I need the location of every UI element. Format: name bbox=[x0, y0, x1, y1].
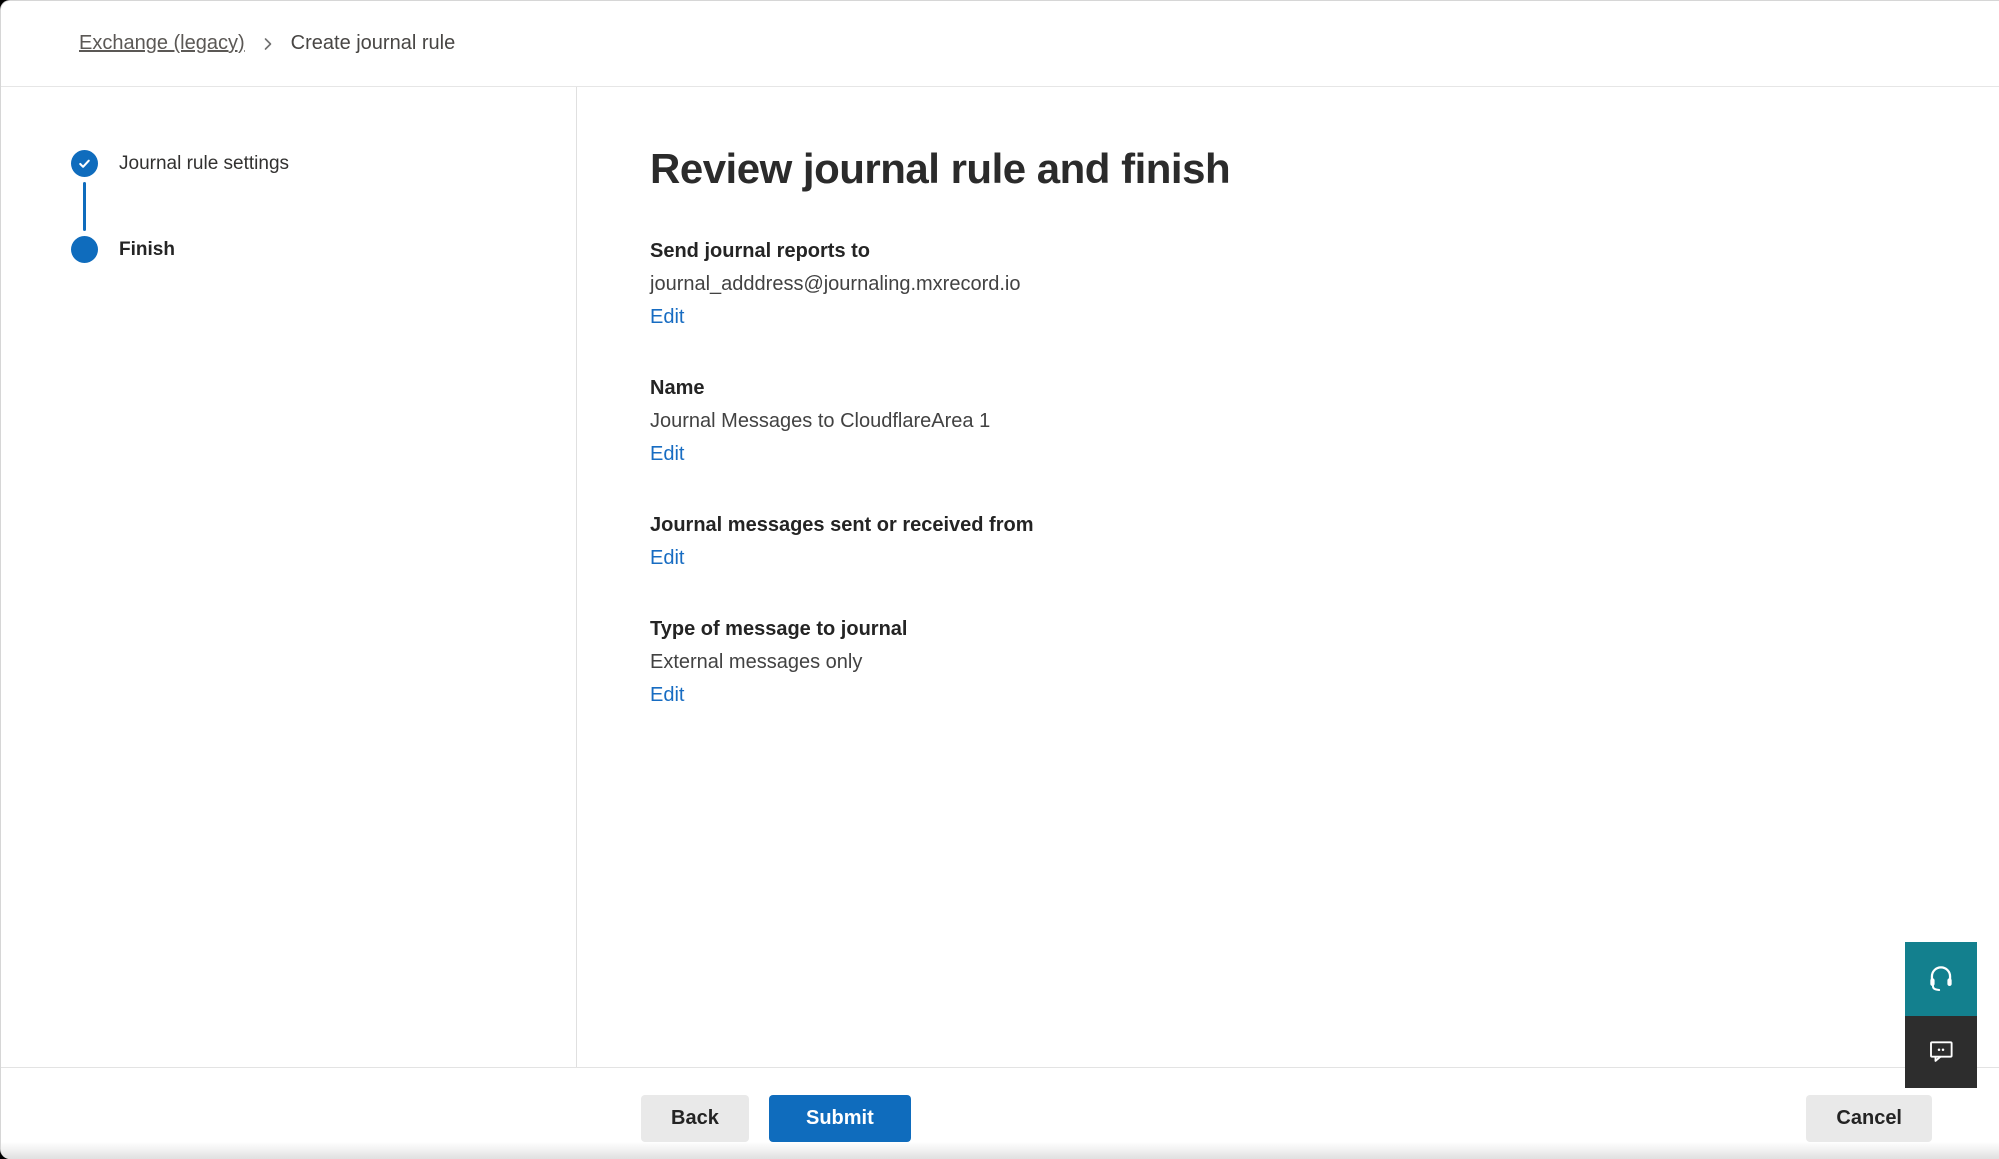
step-completed-check-icon bbox=[71, 150, 98, 177]
edit-link[interactable]: Edit bbox=[650, 679, 684, 712]
breadcrumb: Exchange (legacy) Create journal rule bbox=[1, 1, 1999, 87]
review-section-scope: Journal messages sent or received from E… bbox=[650, 509, 1939, 575]
support-button[interactable] bbox=[1905, 942, 1977, 1016]
edit-link[interactable]: Edit bbox=[650, 301, 684, 334]
step-label: Journal rule settings bbox=[119, 153, 289, 175]
step-label: Finish bbox=[119, 239, 175, 261]
rule-name-value: Journal Messages to CloudflareArea 1 bbox=[650, 405, 1939, 438]
section-label: Type of message to journal bbox=[650, 613, 1939, 646]
page-title: Review journal rule and finish bbox=[650, 142, 1939, 197]
exchange-admin-window: Exchange (legacy) Create journal rule Jo… bbox=[0, 0, 1999, 1159]
review-section-name: Name Journal Messages to CloudflareArea … bbox=[650, 372, 1939, 471]
chevron-right-icon bbox=[259, 35, 277, 53]
edit-link[interactable]: Edit bbox=[650, 542, 684, 575]
section-label: Journal messages sent or received from bbox=[650, 509, 1939, 542]
breadcrumb-link-exchange-legacy[interactable]: Exchange (legacy) bbox=[79, 32, 245, 55]
edit-link[interactable]: Edit bbox=[650, 438, 684, 471]
submit-button[interactable]: Submit bbox=[769, 1095, 911, 1142]
action-bar: Back Submit Cancel bbox=[1, 1067, 1999, 1159]
wizard-steps-panel: Journal rule settings Finish bbox=[1, 87, 577, 1067]
step-connector-line bbox=[83, 182, 86, 231]
breadcrumb-current-page: Create journal rule bbox=[291, 32, 456, 55]
wizard-step-finish: Finish bbox=[71, 236, 576, 263]
section-label: Name bbox=[650, 372, 1939, 405]
feedback-icon bbox=[1926, 1036, 1956, 1069]
review-pane: Review journal rule and finish Send jour… bbox=[577, 87, 1999, 1067]
section-label: Send journal reports to bbox=[650, 235, 1939, 268]
step-current-dot-icon bbox=[71, 236, 98, 263]
review-section-message-type: Type of message to journal External mess… bbox=[650, 613, 1939, 712]
wizard-step-journal-rule-settings[interactable]: Journal rule settings bbox=[71, 150, 576, 177]
headset-icon bbox=[1925, 962, 1957, 997]
back-button[interactable]: Back bbox=[641, 1095, 749, 1142]
message-type-value: External messages only bbox=[650, 646, 1939, 679]
cancel-button[interactable]: Cancel bbox=[1806, 1095, 1932, 1142]
review-section-send-reports-to: Send journal reports to journal_adddress… bbox=[650, 235, 1939, 334]
feedback-button[interactable] bbox=[1905, 1016, 1977, 1088]
journal-address-value: journal_adddress@journaling.mxrecord.io bbox=[650, 268, 1939, 301]
